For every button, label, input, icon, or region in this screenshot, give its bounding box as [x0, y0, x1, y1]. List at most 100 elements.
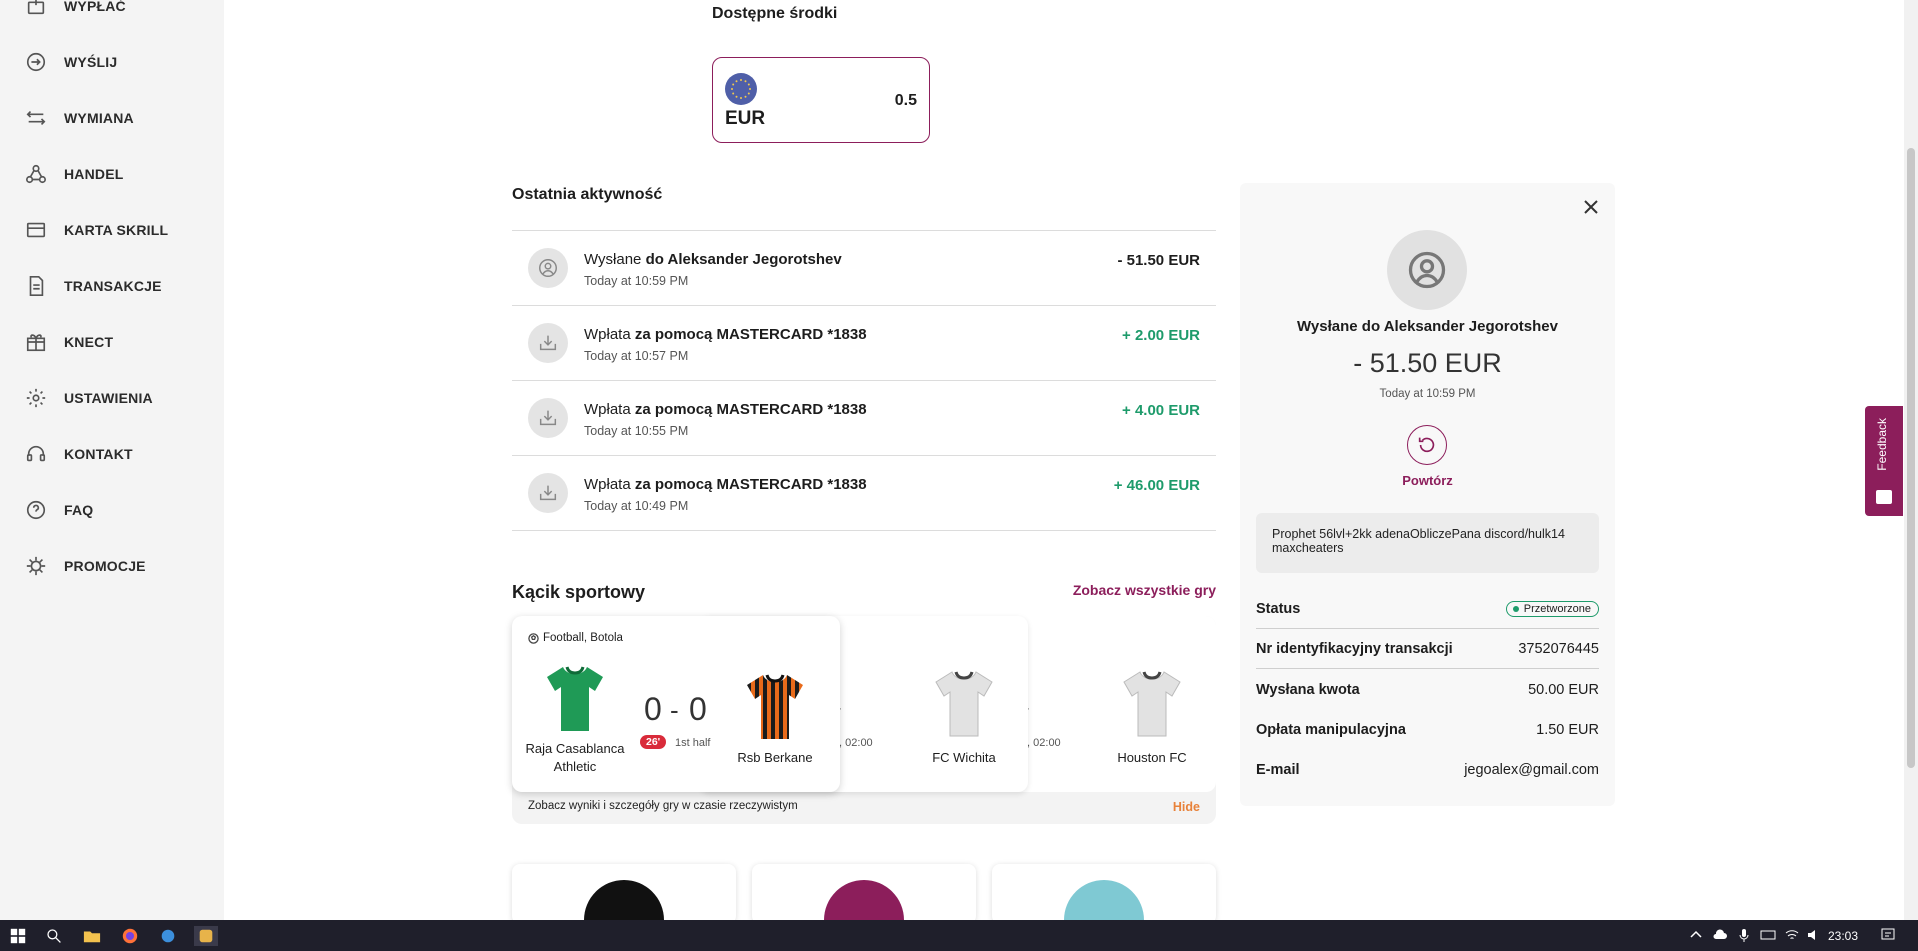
activity-target: za pomocą MASTERCARD *1838: [634, 476, 867, 493]
activity-title: Ostatnia aktywność: [512, 186, 663, 203]
detail-value: 1.50 EUR: [1536, 722, 1599, 738]
activity-target: za pomocą MASTERCARD *1838: [634, 326, 867, 343]
activity-time: Today at 10:55 PM: [584, 424, 689, 438]
sidebar-item-settings[interactable]: USTAWIENIA: [24, 386, 153, 410]
app-drop-icon[interactable]: [158, 926, 178, 946]
sidebar-item-knect[interactable]: KNECT: [24, 330, 113, 354]
promo-card[interactable]: [752, 864, 976, 924]
send-icon: [24, 50, 48, 74]
hide-sports-button[interactable]: Hide: [1173, 800, 1200, 814]
deposit-icon: [528, 323, 568, 363]
sidebar-item-label: KNECT: [64, 334, 114, 350]
wifi-icon[interactable]: [1784, 927, 1800, 943]
activity-time: Today at 10:57 PM: [584, 349, 689, 363]
download-logo-icon: [1064, 880, 1144, 924]
sidebar-item-label: KONTAKT: [64, 446, 133, 462]
chevron-up-icon[interactable]: [1688, 927, 1704, 943]
activity-row[interactable]: Wpłata za pomocą MASTERCARD *1838 Today …: [512, 381, 1216, 456]
sidebar-item-trade[interactable]: HANDEL: [24, 162, 124, 186]
eur-wallet-card[interactable]: EUR 0.5: [712, 57, 930, 143]
detail-title: Wysłane do Aleksander Jegorotshev: [1297, 318, 1558, 335]
currency-logo-icon: [824, 880, 904, 924]
home-jersey-icon: [547, 666, 603, 731]
question-icon: [24, 498, 48, 522]
scrollbar[interactable]: [1904, 0, 1918, 920]
detail-key: Nr identyfikacyjny transakcji: [1256, 640, 1453, 657]
sidebar-item-exchange[interactable]: WYMIANA: [24, 106, 134, 130]
close-button[interactable]: [1581, 197, 1601, 217]
taskbar: 23:03: [0, 920, 1918, 951]
trade-icon: [24, 162, 48, 186]
keyboard-icon[interactable]: [1760, 927, 1776, 943]
activity-type: Wpłata: [584, 401, 631, 418]
wallet-currency: EUR: [725, 108, 766, 129]
withdraw-icon: [24, 0, 48, 18]
star-badge-icon: [24, 554, 48, 578]
close-icon: [1584, 200, 1598, 214]
away-team: Houston FC: [1117, 750, 1187, 765]
activity-row[interactable]: Wysłane do Aleksander Jegorotshev Today …: [512, 231, 1216, 306]
see-all-games-link[interactable]: Zobacz wszystkie gry: [1073, 582, 1216, 598]
repeat-label[interactable]: Powtórz: [1240, 473, 1615, 488]
detail-key: E-mail: [1256, 762, 1300, 778]
league-label: Football, Botola: [528, 632, 623, 644]
search-icon[interactable]: [44, 926, 64, 946]
live-match-card[interactable]: Football, Botola Raja Casablanca Athleti…: [512, 616, 840, 792]
activity-description: Wpłata za pomocą MASTERCARD *1838: [584, 326, 867, 343]
detail-value: jegoalex@gmail.com: [1464, 762, 1599, 778]
promo-card[interactable]: [512, 864, 736, 924]
windows-start-icon[interactable]: [8, 926, 28, 946]
away-team: FC Wichita: [932, 750, 996, 765]
status-value: Przetworzone: [1523, 602, 1591, 615]
deposit-icon: [528, 473, 568, 513]
activity-time: Today at 10:59 PM: [584, 274, 689, 288]
feedback-tab[interactable]: Feedback: [1865, 406, 1903, 516]
microphone-icon[interactable]: [1736, 927, 1752, 943]
sidebar-item-promotions[interactable]: PROMOCJE: [24, 554, 146, 578]
activity-type: Wysłane: [584, 251, 642, 268]
activity-description: Wpłata za pomocą MASTERCARD *1838: [584, 476, 867, 493]
sports-title: Kącik sportowy: [512, 582, 646, 602]
spin-logo-icon: [584, 880, 664, 924]
sidebar-item-faq[interactable]: FAQ: [24, 498, 93, 522]
away-team: Rsb Berkane: [737, 750, 813, 765]
promo-card[interactable]: [992, 864, 1216, 924]
detail-row: E-mail jegoalex@gmail.com: [1256, 750, 1599, 790]
sidebar-item-label: WYŚLIJ: [64, 54, 118, 70]
activity-list: Wysłane do Aleksander Jegorotshev Today …: [512, 230, 1216, 531]
sidebar-item-label: WYMIANA: [64, 110, 134, 126]
firefox-icon[interactable]: [120, 926, 140, 946]
status-badge: Przetworzone: [1505, 600, 1599, 617]
activity-amount: + 2.00 EUR: [1122, 327, 1200, 344]
activity-amount: + 4.00 EUR: [1122, 402, 1200, 419]
sidebar-item-label: HANDEL: [64, 166, 124, 182]
sidebar-item-contact[interactable]: KONTAKT: [24, 442, 133, 466]
transaction-note: Prophet 56lvl+2kk adenaObliczePana disco…: [1256, 513, 1599, 573]
activity-target: za pomocą MASTERCARD *1838: [634, 401, 867, 418]
exchange-icon: [24, 106, 48, 130]
activity-time: Today at 10:49 PM: [584, 499, 689, 513]
cloud-icon[interactable]: [1712, 927, 1728, 943]
activity-target: do Aleksander Jegorotshev: [645, 251, 842, 268]
sidebar-item-send[interactable]: WYŚLIJ: [24, 50, 117, 74]
activity-description: Wpłata za pomocą MASTERCARD *1838: [584, 401, 867, 418]
home-team: Raja Casablanca Athletic: [525, 741, 625, 774]
wallet-balance: 0.5: [894, 92, 917, 109]
app-active-icon[interactable]: [194, 926, 218, 946]
sidebar-item-skrill-card[interactable]: KARTA SKRILL: [24, 218, 168, 242]
activity-row[interactable]: Wpłata za pomocą MASTERCARD *1838 Today …: [512, 306, 1216, 381]
file-explorer-icon[interactable]: [82, 926, 102, 946]
clock[interactable]: 23:03: [1828, 929, 1858, 943]
activity-description: Wysłane do Aleksander Jegorotshev: [584, 251, 842, 268]
notifications-icon[interactable]: [1880, 927, 1896, 943]
activity-row[interactable]: Wpłata za pomocą MASTERCARD *1838 Today …: [512, 456, 1216, 531]
repeat-button[interactable]: [1407, 425, 1447, 465]
scroll-thumb[interactable]: [1907, 148, 1915, 768]
sidebar-item-label: PROMOCJE: [64, 558, 146, 574]
sidebar-item-label: FAQ: [64, 502, 94, 518]
volume-icon[interactable]: [1806, 927, 1822, 943]
live-minute-badge: 26': [640, 735, 667, 749]
sidebar-item-withdraw[interactable]: WYPŁAĆ: [24, 0, 126, 18]
card-icon: [24, 218, 48, 242]
sidebar-item-transactions[interactable]: TRANSAKCJE: [24, 274, 162, 298]
